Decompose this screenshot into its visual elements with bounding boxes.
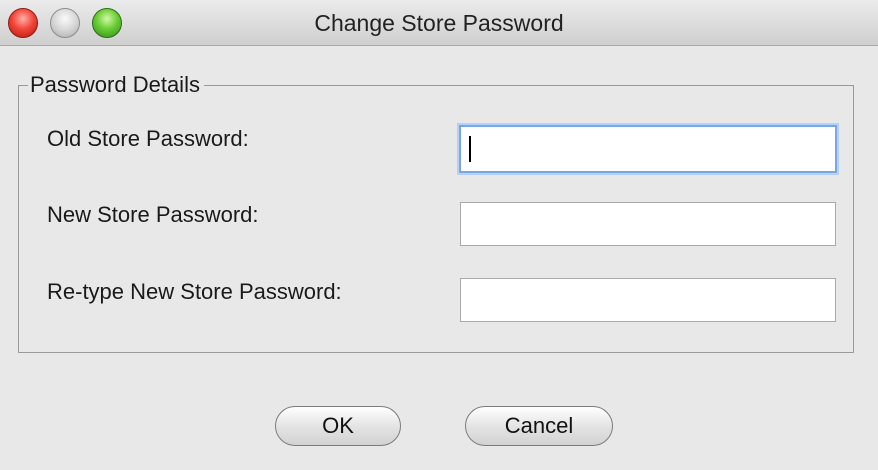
title-bar[interactable]: Change Store Password [0, 0, 878, 46]
old-password-field[interactable] [459, 125, 837, 173]
old-password-label: Old Store Password: [47, 126, 249, 151]
cancel-button[interactable]: Cancel [465, 406, 613, 446]
retype-password-field[interactable] [460, 278, 836, 322]
text-caret [469, 136, 471, 162]
new-password-field[interactable] [460, 202, 836, 246]
retype-password-label: Re-type New Store Password: [47, 279, 342, 304]
ok-button[interactable]: OK [275, 406, 401, 446]
change-store-password-dialog: Change Store Password Password Details O… [0, 0, 878, 470]
window-title: Change Store Password [314, 10, 564, 36]
group-legend: Password Details [28, 71, 204, 99]
new-password-label: New Store Password: [47, 202, 259, 227]
